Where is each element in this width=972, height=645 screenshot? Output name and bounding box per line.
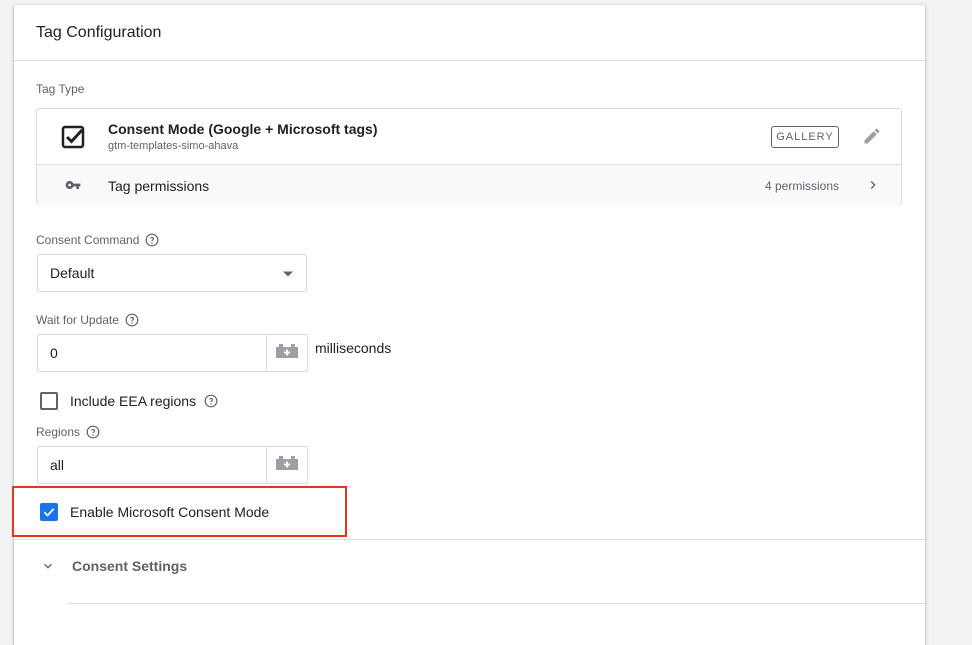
panel-title: Tag Configuration	[36, 23, 162, 41]
variable-brick-icon	[276, 455, 298, 475]
wait-for-update-input-group: 0	[37, 334, 308, 372]
help-icon[interactable]	[145, 233, 159, 247]
variable-brick-icon	[276, 343, 298, 363]
tag-type-card: Consent Mode (Google + Microsoft tags) g…	[36, 108, 902, 205]
edit-pencil-icon[interactable]	[862, 126, 882, 151]
regions-label: Regions	[36, 425, 100, 439]
tag-type-name: Consent Mode (Google + Microsoft tags)	[108, 121, 378, 137]
highlight-annotation	[12, 486, 347, 537]
tag-permissions-row[interactable]: Tag permissions 4 permissions	[37, 165, 901, 205]
wait-unit-label: milliseconds	[315, 340, 392, 356]
dropdown-arrow-icon	[282, 265, 294, 281]
tag-type-row[interactable]: Consent Mode (Google + Microsoft tags) g…	[37, 109, 901, 165]
include-eea-checkbox-row[interactable]: Include EEA regions	[40, 392, 218, 410]
help-icon[interactable]	[86, 425, 100, 439]
help-icon[interactable]	[204, 394, 218, 408]
consent-settings-label: Consent Settings	[72, 558, 188, 574]
regions-input-group: all	[37, 446, 308, 484]
consent-command-label: Consent Command	[36, 233, 159, 247]
section-divider	[14, 539, 925, 540]
consent-command-select[interactable]: Default	[37, 254, 307, 292]
wait-for-update-input[interactable]: 0	[38, 335, 267, 371]
tag-type-publisher: gtm-templates-simo-ahava	[108, 140, 239, 152]
panel-header: Tag Configuration	[14, 5, 925, 61]
variable-picker-button[interactable]	[267, 447, 307, 483]
tag-configuration-panel: Tag Configuration Tag Type Consent Mode …	[14, 5, 925, 645]
wait-for-update-label: Wait for Update	[36, 313, 139, 327]
tag-type-label: Tag Type	[36, 82, 85, 96]
chevron-right-icon	[865, 176, 881, 199]
consent-settings-header[interactable]: Consent Settings	[40, 558, 187, 574]
gallery-badge: GALLERY	[771, 126, 839, 148]
include-eea-checkbox[interactable]	[40, 392, 58, 410]
consent-command-value: Default	[50, 265, 95, 281]
chevron-down-icon	[40, 558, 56, 574]
section-bottom-line	[68, 603, 925, 604]
permissions-count: 4 permissions	[765, 179, 840, 193]
tag-permissions-label: Tag permissions	[108, 178, 210, 194]
include-eea-label: Include EEA regions	[70, 393, 197, 409]
tag-checkbox-icon	[61, 125, 85, 154]
regions-input[interactable]: all	[38, 447, 267, 483]
key-icon	[64, 177, 82, 198]
help-icon[interactable]	[125, 313, 139, 327]
variable-picker-button[interactable]	[267, 335, 307, 371]
